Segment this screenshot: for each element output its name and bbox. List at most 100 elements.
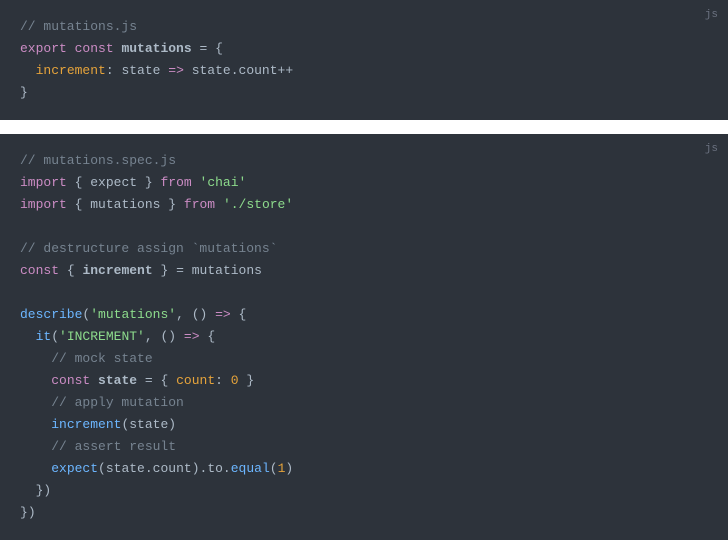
code-token: it (36, 329, 52, 344)
code-token (67, 175, 75, 190)
code-token: // mock state (51, 351, 152, 366)
code-token: => (215, 307, 231, 322)
code-token: state (129, 417, 168, 432)
code-token: } (145, 175, 153, 190)
code-token: 'chai' (200, 175, 247, 190)
code-block-1: js// mutations.spec.js import { expect }… (0, 134, 728, 540)
code-token: // assert result (51, 439, 176, 454)
code-token (184, 63, 192, 78)
code-token: { (215, 41, 223, 56)
code-token (20, 351, 51, 366)
code-token: ) (168, 417, 176, 432)
code-token: expect (51, 461, 98, 476)
code-token: => (184, 329, 200, 344)
code-token: count (176, 373, 215, 388)
code-token (20, 439, 51, 454)
code-token: ++ (278, 63, 294, 78)
code-token: state (98, 373, 137, 388)
code-token (20, 417, 51, 432)
code-token: const (20, 263, 59, 278)
code-token: ) (168, 329, 176, 344)
code-token (20, 219, 28, 234)
code-token: describe (20, 307, 82, 322)
code-token: ( (51, 329, 59, 344)
code-token: : (215, 373, 223, 388)
code-token: mutations (90, 197, 160, 212)
code-token (176, 197, 184, 212)
code-token: count (239, 63, 278, 78)
code-token (137, 373, 145, 388)
code-token (184, 263, 192, 278)
code-token (184, 307, 192, 322)
code-token (207, 41, 215, 56)
code-token (90, 373, 98, 388)
code-token (67, 197, 75, 212)
code-token: . (231, 63, 239, 78)
code-token (153, 373, 161, 388)
code-token: => (168, 63, 184, 78)
code-token: const (75, 41, 114, 56)
code-token: // mutations.js (20, 19, 137, 34)
code-content: // mutations.js export const mutations =… (20, 16, 708, 104)
code-token: ) (28, 505, 36, 520)
code-token: import (20, 175, 67, 190)
code-token (207, 307, 215, 322)
code-token: . (223, 461, 231, 476)
code-token: increment (82, 263, 152, 278)
code-token (20, 285, 28, 300)
code-token (67, 41, 75, 56)
code-token: from (161, 175, 192, 190)
code-token (215, 197, 223, 212)
code-token (231, 307, 239, 322)
code-content: // mutations.spec.js import { expect } f… (20, 150, 708, 524)
code-token: . (145, 461, 153, 476)
code-token: count (153, 461, 192, 476)
code-token: } (246, 373, 254, 388)
code-token: ( (270, 461, 278, 476)
language-label: js (705, 4, 718, 26)
language-label: js (705, 138, 718, 160)
code-token: } (168, 197, 176, 212)
code-token (20, 329, 36, 344)
code-token (168, 263, 176, 278)
code-token: } (20, 505, 28, 520)
code-token: import (20, 197, 67, 212)
code-token (153, 175, 161, 190)
code-token: mutations (192, 263, 262, 278)
code-token (20, 63, 36, 78)
code-token: ) (192, 461, 200, 476)
code-token: { (239, 307, 247, 322)
code-token: increment (51, 417, 121, 432)
code-token: increment (36, 63, 106, 78)
code-token: to (207, 461, 223, 476)
code-token: = (145, 373, 153, 388)
code-token: : (106, 63, 114, 78)
code-token: { (207, 329, 215, 344)
code-token: ( (192, 307, 200, 322)
code-token: 'INCREMENT' (59, 329, 145, 344)
code-token: 0 (231, 373, 239, 388)
code-token: ( (98, 461, 106, 476)
code-token: expect (90, 175, 137, 190)
code-token: export (20, 41, 67, 56)
code-token (20, 395, 51, 410)
code-token: { (67, 263, 75, 278)
code-token (20, 483, 36, 498)
code-token (223, 373, 231, 388)
code-token: state (121, 63, 160, 78)
code-token: ) (43, 483, 51, 498)
code-token (168, 373, 176, 388)
code-token (192, 175, 200, 190)
code-token: equal (231, 461, 270, 476)
code-token: , (145, 329, 153, 344)
code-token (20, 373, 51, 388)
code-token: './store' (223, 197, 293, 212)
code-token (176, 329, 184, 344)
code-token: state (106, 461, 145, 476)
code-token: mutations (121, 41, 191, 56)
code-token: , (176, 307, 184, 322)
code-token: state (192, 63, 231, 78)
code-token: // apply mutation (51, 395, 184, 410)
code-token: ) (285, 461, 293, 476)
code-token: } (20, 85, 28, 100)
